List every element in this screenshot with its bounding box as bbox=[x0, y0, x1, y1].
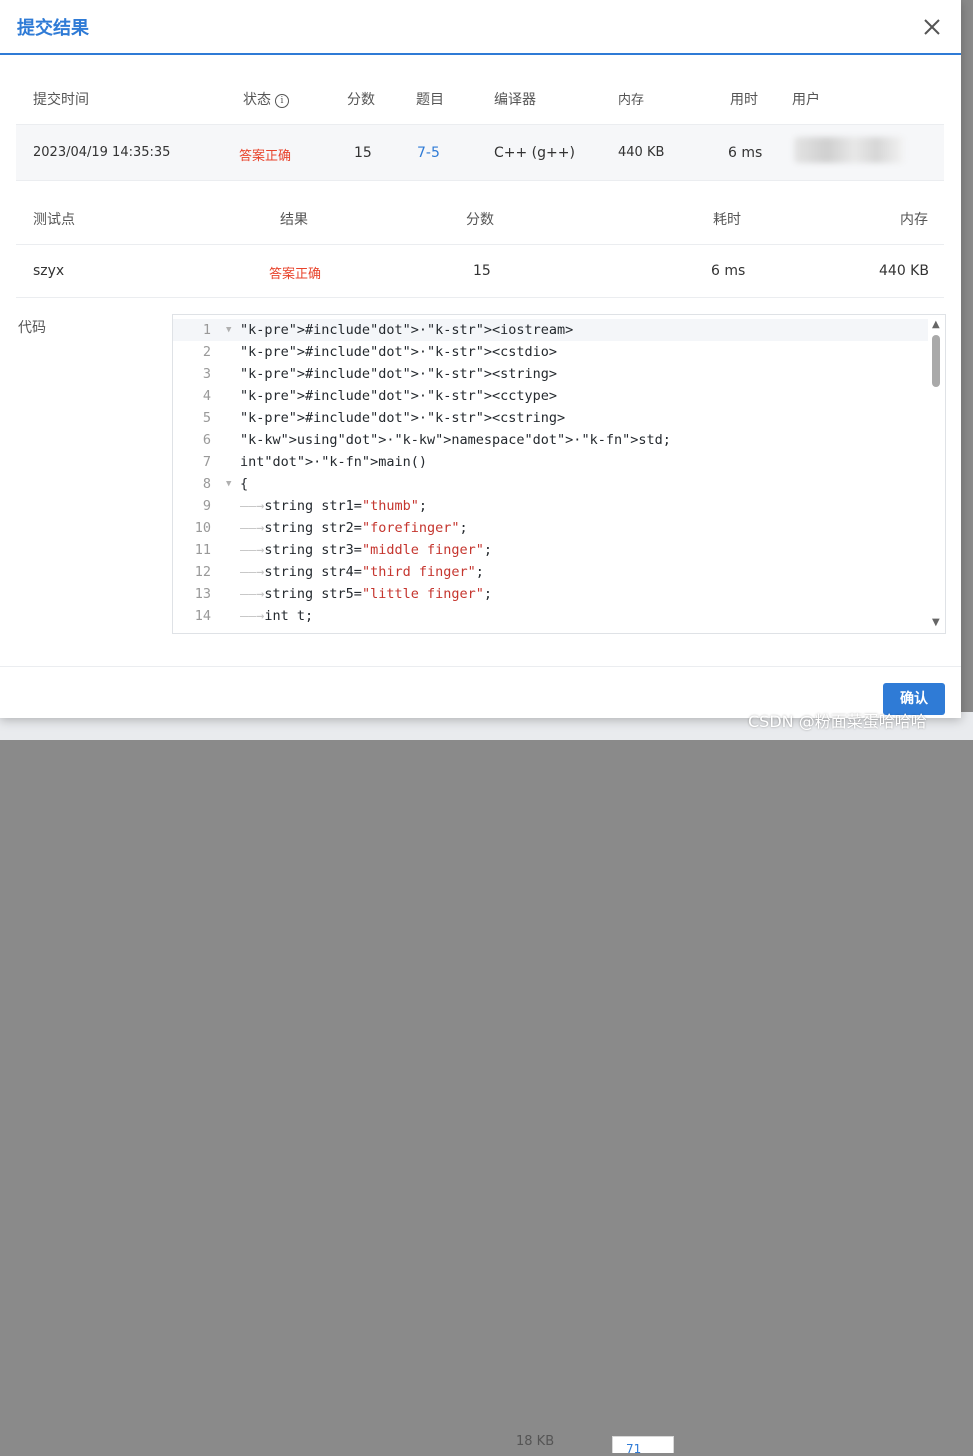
scrollbar-thumb[interactable] bbox=[932, 335, 940, 387]
code-line-text: "k-kw">using"dot">·"k-kw">namespace"dot"… bbox=[240, 432, 671, 448]
code-line: 7 int"dot">·"k-fn">main() bbox=[173, 451, 928, 473]
code-line: 2 "k-pre">#include"dot">·"k-str"><cstdio> bbox=[173, 341, 928, 363]
scroll-down-icon[interactable]: ▼ bbox=[932, 617, 940, 628]
header-problem: 题目 bbox=[416, 92, 444, 108]
test-points-table: 测试点 结果 分数 耗时 内存 szyx 答案正确 15 6 ms 440 KB bbox=[16, 192, 944, 298]
code-line: 3 "k-pre">#include"dot">·"k-str"><string> bbox=[173, 363, 928, 385]
header-test-memory: 内存 bbox=[900, 212, 928, 228]
watermark: CSDN @粉面菜蛋哈哈哈 bbox=[748, 712, 927, 731]
code-line-text: ——→string str5="little finger"; bbox=[240, 586, 492, 602]
table-row: 2023/04/19 14:35:35 答案正确 15 7-5 C++ (g++… bbox=[16, 124, 944, 181]
test-memory: 440 KB bbox=[879, 263, 929, 279]
code-line: 10 ——→string str2="forefinger"; bbox=[173, 517, 928, 539]
table-row: szyx 答案正确 15 6 ms 440 KB bbox=[16, 245, 944, 298]
header-result: 结果 bbox=[280, 212, 308, 228]
code-line-text: ——→string str3="middle finger"; bbox=[240, 542, 492, 558]
code-line: 1 ▼ "k-pre">#include"dot">·"k-str"><iostre… bbox=[173, 319, 928, 341]
code-line-text: "k-pre">#include"dot">·"k-str"><iostream… bbox=[240, 322, 574, 338]
background-box bbox=[612, 1436, 674, 1453]
code-line: 8 ▼{ bbox=[173, 473, 928, 495]
code-line-text: "k-pre">#include"dot">·"k-str"><cstdio> bbox=[240, 344, 558, 360]
code-line: 14 ——→int t; bbox=[173, 605, 928, 627]
code-line-text: ——→string str2="forefinger"; bbox=[240, 520, 468, 536]
background-kb-text: 18 KB bbox=[516, 1434, 555, 1449]
code-line: 6 "k-kw">using"dot">·"k-kw">namespace"dot… bbox=[173, 429, 928, 451]
header-test-point: 测试点 bbox=[33, 212, 75, 228]
test-point-name: szyx bbox=[33, 263, 65, 279]
header-time-used: 用时 bbox=[730, 92, 758, 108]
submission-score: 15 bbox=[354, 145, 372, 161]
header-test-score: 分数 bbox=[466, 212, 494, 228]
scroll-up-icon[interactable]: ▲ bbox=[932, 319, 940, 330]
submission-table: 提交时间 状态 i 分数 题目 编译器 内存 用时 用户 2023/04/19 1… bbox=[16, 72, 944, 181]
dialog-header: 提交结果 bbox=[0, 0, 961, 55]
submission-table-header: 提交时间 状态 i 分数 题目 编译器 内存 用时 用户 bbox=[16, 72, 944, 124]
code-line-text: ——→string str4="third finger"; bbox=[240, 564, 484, 580]
fold-arrow-icon[interactable]: ▼ bbox=[226, 319, 231, 341]
code-line: 12 ——→string str4="third finger"; bbox=[173, 561, 928, 583]
dialog-title: 提交结果 bbox=[17, 18, 89, 39]
header-status-label: 状态 bbox=[243, 92, 271, 108]
test-time: 6 ms bbox=[711, 263, 746, 279]
test-score: 15 bbox=[473, 263, 491, 279]
code-line-text: "k-pre">#include"dot">·"k-str"><string> bbox=[240, 366, 558, 382]
submission-time-used: 6 ms bbox=[728, 145, 763, 161]
code-line: 11 ——→string str3="middle finger"; bbox=[173, 539, 928, 561]
code-line-text: "k-pre">#include"dot">·"k-str"><cctype> bbox=[240, 388, 558, 404]
submission-result-dialog: 提交结果 提交时间 状态 i 分数 题目 编译器 内存 用时 用户 2023/04… bbox=[0, 0, 961, 718]
test-result-badge: 答案正确 bbox=[269, 267, 322, 282]
code-editor[interactable]: 1 ▼ "k-pre">#include"dot">·"k-str"><iostre… bbox=[172, 314, 946, 634]
code-line-text: int"dot">·"k-fn">main() bbox=[240, 454, 427, 470]
status-badge: 答案正确 bbox=[239, 149, 292, 164]
submission-memory: 440 KB bbox=[618, 145, 665, 160]
code-scrollbar[interactable]: ▲ ▼ bbox=[929, 315, 945, 633]
fold-arrow-icon[interactable]: ▼ bbox=[226, 473, 231, 495]
test-table-header: 测试点 结果 分数 耗时 内存 bbox=[16, 192, 944, 245]
problem-link[interactable]: 7-5 bbox=[417, 145, 440, 161]
header-test-time: 耗时 bbox=[713, 212, 741, 228]
header-score: 分数 bbox=[347, 92, 375, 108]
code-line: 9 ——→string str1="thumb"; bbox=[173, 495, 928, 517]
close-icon[interactable] bbox=[918, 13, 946, 41]
code-line-text: { bbox=[240, 476, 249, 492]
user-name-blurred[interactable] bbox=[794, 137, 904, 163]
header-user: 用户 bbox=[792, 92, 820, 108]
code-line: 5 "k-pre">#include"dot">·"k-str"><cstring… bbox=[173, 407, 928, 429]
info-circle-icon[interactable]: i bbox=[275, 94, 289, 108]
header-time: 提交时间 bbox=[33, 92, 89, 108]
header-status: 状态 i bbox=[243, 89, 289, 109]
code-line-text: ——→string str1="thumb"; bbox=[240, 498, 427, 514]
header-memory: 内存 bbox=[618, 93, 645, 108]
code-line-text: ——→int t; bbox=[240, 608, 314, 624]
code-line: 4 "k-pre">#include"dot">·"k-str"><cctype> bbox=[173, 385, 928, 407]
submission-compiler: C++ (g++) bbox=[494, 145, 575, 161]
submission-time: 2023/04/19 14:35:35 bbox=[33, 145, 171, 160]
background-number: 71 bbox=[626, 1442, 642, 1456]
code-line: 13 ——→string str5="little finger"; bbox=[173, 583, 928, 605]
footer-divider bbox=[0, 666, 961, 667]
header-compiler: 编译器 bbox=[494, 92, 536, 108]
code-label: 代码 bbox=[18, 320, 46, 336]
code-line-text: "k-pre">#include"dot">·"k-str"><cstring> bbox=[240, 410, 566, 426]
